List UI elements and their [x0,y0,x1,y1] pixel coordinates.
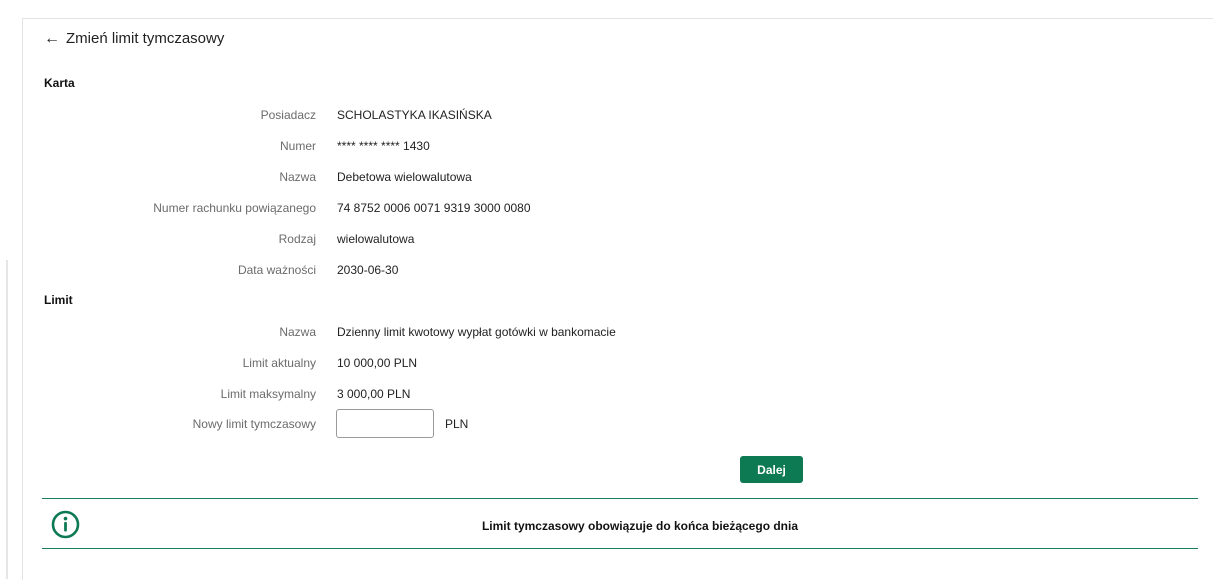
row-value: Dzienny limit kwotowy wypłat gotówki w b… [337,325,616,339]
limit-row-max: Limit maksymalny 3 000,00 PLN [0,387,1214,405]
row-value: wielowalutowa [337,232,415,246]
card-row-name: Nazwa Debetowa wielowalutowa [0,170,1214,188]
row-value: **** **** **** 1430 [337,139,430,153]
card-row-type: Rodzaj wielowalutowa [0,232,1214,250]
next-button[interactable]: Dalej [740,456,803,483]
info-message: Limit tymczasowy obowiązuje do końca bie… [481,519,799,533]
section-title-limit: Limit [44,293,73,307]
new-limit-input[interactable] [336,409,434,438]
row-label: Limit aktualny [242,356,316,370]
row-label: Rodzaj [278,232,316,246]
section-title-karta: Karta [44,76,75,90]
row-label: Numer [279,139,316,153]
row-value: 10 000,00 PLN [337,356,418,370]
row-value: 2030-06-30 [337,263,399,277]
row-label: Nazwa [279,170,316,184]
row-value: 3 000,00 PLN [337,387,411,401]
row-label: Posiadacz [260,108,316,122]
row-value: Debetowa wielowalutowa [337,170,472,184]
row-label: Nazwa [279,325,316,339]
currency-label: PLN [445,417,469,431]
info-top-border [42,498,1198,499]
limit-row-current: Limit aktualny 10 000,00 PLN [0,356,1214,374]
new-limit-row: Nowy limit tymczasowy [0,417,1214,435]
card-row-expiry: Data ważności 2030-06-30 [0,263,1214,281]
new-limit-field-wrapper [336,409,434,438]
info-bottom-border [42,548,1198,549]
cropped-header-band [0,0,1214,18]
row-label: Numer rachunku powiązanego [153,201,316,215]
limit-row-name: Nazwa Dzienny limit kwotowy wypłat gotów… [0,325,1214,343]
page-title: Zmień limit tymczasowy [66,30,225,47]
card-row-linked-account: Numer rachunku powiązanego 74 8752 0006 … [0,201,1214,219]
new-limit-label: Nowy limit tymczasowy [192,417,316,431]
card-row-holder: Posiadacz SCHOLASTYKA IKASIŃSKA [0,108,1214,126]
back-link[interactable]: ← Zmień limit tymczasowy [44,30,224,47]
card-row-number: Numer **** **** **** 1430 [0,139,1214,157]
row-value: 74 8752 0006 0071 9319 3000 0080 [337,201,531,215]
row-value: SCHOLASTYKA IKASIŃSKA [337,108,492,122]
arrow-left-icon: ← [44,29,60,47]
row-label: Limit maksymalny [220,387,316,401]
row-label: Data ważności [237,263,316,277]
main-panel [22,18,1213,580]
